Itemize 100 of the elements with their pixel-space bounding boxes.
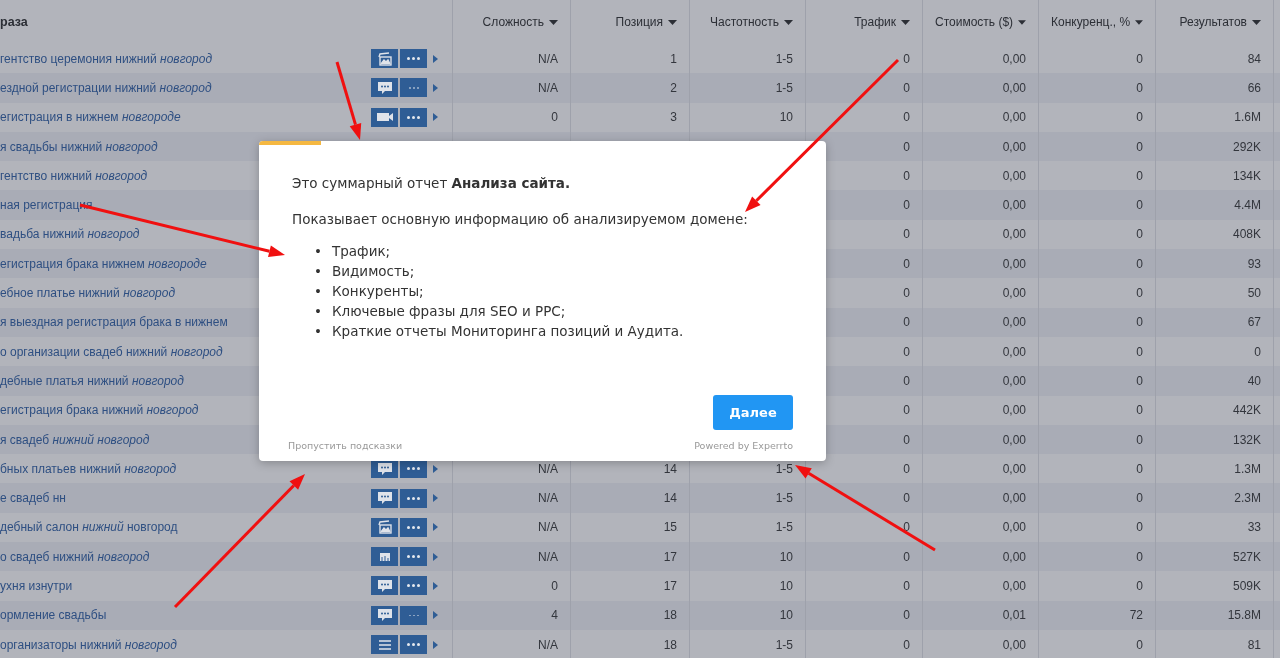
table-cell: 17 xyxy=(663,549,677,564)
keyword-link[interactable]: вадьба нижний новгород xyxy=(0,227,140,242)
table-cell: 0 xyxy=(903,608,910,623)
expand-arrow-icon[interactable] xyxy=(433,83,438,92)
keyword-link[interactable]: ездной регистрации нижний новгород xyxy=(0,80,212,95)
table-cell: 3 xyxy=(670,110,677,125)
column-header[interactable]: раза xyxy=(0,15,28,29)
table-cell: 0 xyxy=(903,579,910,593)
serp-feature-button[interactable] xyxy=(371,78,398,98)
table-cell: 1-5 xyxy=(775,520,793,535)
keyword-link[interactable]: я выездная регистрация брака в нижнем xyxy=(0,315,228,330)
table-cell: N/A xyxy=(538,80,558,95)
more-button[interactable] xyxy=(400,547,427,567)
more-button[interactable] xyxy=(400,576,427,596)
expand-arrow-icon[interactable] xyxy=(433,523,438,532)
table-cell: 0,00 xyxy=(1002,549,1026,564)
table-cell: 132K xyxy=(1232,432,1261,447)
table-cell: N/A xyxy=(538,491,558,506)
keyword-link[interactable]: я свадеб нижний новгород xyxy=(0,432,150,447)
keyword-link[interactable]: дебный салон нижний новгород xyxy=(0,520,178,535)
keyword-link[interactable]: я свадьбы нижний новгород xyxy=(0,139,158,154)
table-cell: 0 xyxy=(1136,432,1143,447)
column-header[interactable]: Стоимость ($) xyxy=(935,15,1014,29)
table-cell: 0,00 xyxy=(1002,432,1026,447)
serp-feature-button[interactable] xyxy=(371,107,398,127)
table-cell: 0 xyxy=(1136,198,1143,213)
next-button[interactable]: Далее xyxy=(713,395,793,430)
keyword-link[interactable]: о свадеб нижний новгород xyxy=(0,549,150,564)
serp-feature-button[interactable] xyxy=(371,605,398,625)
serp-feature-button[interactable] xyxy=(371,547,398,567)
expand-arrow-icon[interactable] xyxy=(433,611,438,620)
keyword-link[interactable]: о организации свадеб нижний новгород xyxy=(0,344,223,359)
keyword-link[interactable]: егистрация в нижнем новгороде xyxy=(0,110,181,125)
chat-icon xyxy=(376,579,393,593)
column-header[interactable]: Результатов xyxy=(1179,15,1247,29)
table-cell: 4 xyxy=(551,608,558,623)
table-cell: N/A xyxy=(538,549,558,564)
expand-arrow-icon[interactable] xyxy=(433,464,438,473)
table-cell: 0 xyxy=(903,139,910,154)
column-header[interactable]: Сложность xyxy=(482,15,544,29)
table-cell: 1-5 xyxy=(775,80,793,95)
table-cell: 0 xyxy=(1136,139,1143,154)
bullet-item: Краткие отчеты Мониторинга позиций и Аудита. xyxy=(332,322,684,341)
keyword-link[interactable]: егистрация брака нижнем новгороде xyxy=(0,256,207,271)
column-header[interactable]: Конкуренц., % xyxy=(1051,15,1131,29)
table-cell: 1.6M xyxy=(1234,110,1261,125)
keyword-link[interactable]: гентство церемония нижний новгород xyxy=(0,51,213,66)
keyword-link[interactable]: дебные платья нижний новгород xyxy=(0,373,184,388)
expand-arrow-icon[interactable] xyxy=(433,113,438,122)
skip-link[interactable]: Пропустить подсказки xyxy=(288,440,403,451)
table-cell: 10 xyxy=(779,608,793,623)
sort-caret-icon xyxy=(549,19,558,25)
table-cell: 0 xyxy=(903,227,910,242)
table-cell: 1-5 xyxy=(775,461,793,476)
column-header[interactable]: Трафик xyxy=(854,15,896,29)
expand-arrow-icon[interactable] xyxy=(433,640,438,649)
table-cell: 18 xyxy=(663,637,677,652)
table-cell: 0,00 xyxy=(1002,461,1026,476)
serp-feature-button[interactable] xyxy=(371,635,398,655)
table-cell: 0,00 xyxy=(1002,80,1026,95)
more-button[interactable] xyxy=(400,107,427,127)
keyword-link[interactable]: ухня изнутри xyxy=(0,579,73,593)
expand-arrow-icon[interactable] xyxy=(433,54,438,63)
keyword-link[interactable]: ебное платье нижний новгород xyxy=(0,286,176,300)
keyword-link[interactable]: е свадеб нн xyxy=(0,491,66,506)
keyword-link[interactable]: организаторы нижний новгород xyxy=(0,637,177,652)
table-cell: 0 xyxy=(903,637,910,652)
table-cell: 0 xyxy=(903,461,910,476)
table-cell: 66 xyxy=(1247,80,1261,95)
keyword-link[interactable]: егистрация брака нижний новгород xyxy=(0,403,199,418)
more-button[interactable] xyxy=(400,635,427,655)
table-cell: 527K xyxy=(1232,549,1261,564)
table-cell: 0 xyxy=(1136,549,1143,564)
keyword-link[interactable]: гентство нижний новгород xyxy=(0,168,148,183)
expand-arrow-icon[interactable] xyxy=(433,494,438,503)
expand-arrow-icon[interactable] xyxy=(433,552,438,561)
serp-feature-button[interactable] xyxy=(371,576,398,596)
more-button[interactable] xyxy=(400,49,427,69)
keyword-link[interactable]: ормление свадьбы xyxy=(0,608,107,623)
column-header[interactable]: Позиция xyxy=(615,15,663,29)
serp-feature-button[interactable] xyxy=(371,517,398,537)
keyword-link[interactable]: ная регистрация xyxy=(0,198,93,213)
table-cell: 14 xyxy=(663,461,677,476)
picture-card-icon xyxy=(376,520,393,535)
table-cell: 0,00 xyxy=(1002,110,1026,125)
bullet-mark: • xyxy=(314,322,322,341)
expand-arrow-icon[interactable] xyxy=(433,582,438,590)
more-button[interactable] xyxy=(400,517,427,537)
keyword-link[interactable]: бных платьев нижний новгород xyxy=(0,461,177,476)
table-cell: 0 xyxy=(903,256,910,271)
more-button[interactable] xyxy=(400,488,427,508)
serp-feature-button[interactable] xyxy=(371,488,398,508)
column-header[interactable]: Частотность xyxy=(710,15,779,29)
table-cell: 0 xyxy=(903,198,910,213)
table-cell: 0 xyxy=(903,403,910,418)
serp-feature-button[interactable] xyxy=(371,49,398,69)
table-cell: 0 xyxy=(903,520,910,535)
table-cell: 84 xyxy=(1247,51,1261,66)
table-cell: 72 xyxy=(1129,608,1143,623)
table-cell: 17 xyxy=(663,579,677,593)
